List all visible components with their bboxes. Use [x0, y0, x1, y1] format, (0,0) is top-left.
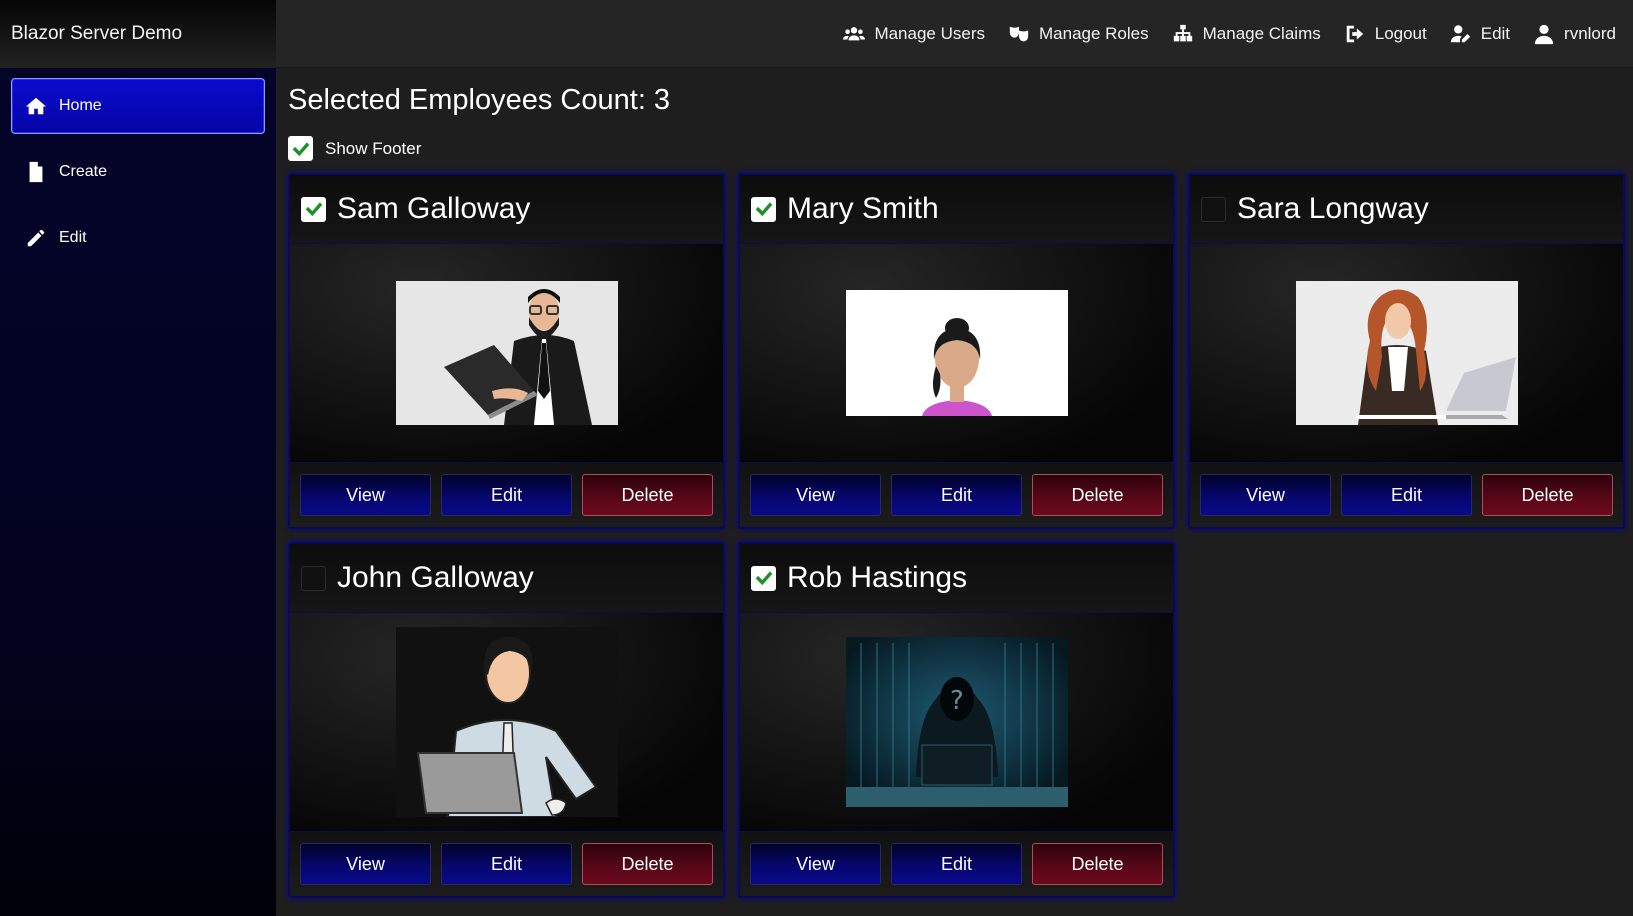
page-title: Selected Employees Count: 3: [288, 84, 671, 116]
manage-users-link[interactable]: Manage Users: [843, 23, 985, 45]
card-body: [1190, 244, 1623, 462]
pencil-icon: [24, 226, 48, 250]
manage-users-label: Manage Users: [874, 23, 985, 43]
view-button[interactable]: View: [300, 474, 431, 516]
employee-select-checkbox[interactable]: [301, 565, 326, 591]
card-body: [290, 244, 723, 462]
edit-button[interactable]: Edit: [891, 474, 1022, 516]
employee-photo: [1295, 281, 1518, 425]
sitemap-icon: [1173, 24, 1192, 41]
employee-name: Sara Longway: [1237, 192, 1429, 225]
home-icon: [24, 94, 48, 118]
top-bar: Manage Users Manage Roles Manage Claims …: [276, 0, 1633, 68]
sidebar-item-create[interactable]: Create: [11, 144, 265, 200]
employee-card: Sara Longway View Edit Delete: [1188, 173, 1625, 529]
masks-icon: [1009, 26, 1029, 41]
employee-select-checkbox[interactable]: [751, 196, 776, 222]
employee-card: John Galloway View Edit Delete: [288, 542, 725, 898]
employee-card: Sam Galloway View Edit Delete: [288, 173, 725, 529]
user-icon: [1534, 24, 1554, 44]
card-footer: View Edit Delete: [740, 831, 1173, 896]
manage-roles-link[interactable]: Manage Roles: [1008, 23, 1149, 45]
logout-label: Logout: [1374, 23, 1427, 43]
delete-button[interactable]: Delete: [582, 843, 713, 885]
view-button[interactable]: View: [1200, 474, 1331, 516]
card-footer: View Edit Delete: [290, 831, 723, 896]
hooded-hacker-image: ?: [845, 637, 1068, 807]
employee-name: John Galloway: [337, 561, 534, 594]
employee-photo: [845, 290, 1068, 416]
employee-name: Sam Galloway: [337, 192, 531, 225]
view-button[interactable]: View: [750, 843, 881, 885]
user-account-link[interactable]: rvnlord: [1533, 23, 1616, 45]
users-icon: [843, 26, 866, 40]
checkmark-icon: [292, 141, 309, 156]
sidebar-item-label: Create: [59, 163, 108, 180]
show-footer-label: Show Footer: [325, 138, 422, 158]
sidebar: Blazor Server Demo Home Create Edit: [0, 0, 276, 916]
woman-avatar-image: [845, 290, 1068, 416]
sign-out-icon: [1346, 25, 1363, 42]
employee-select-checkbox[interactable]: [301, 196, 326, 222]
employee-select-checkbox[interactable]: [1201, 196, 1226, 222]
card-footer: View Edit Delete: [1190, 462, 1623, 527]
card-body: [740, 244, 1173, 462]
edit-button[interactable]: Edit: [441, 843, 572, 885]
card-header: John Galloway: [290, 544, 723, 613]
svg-text:?: ?: [950, 686, 964, 716]
user-edit-icon: [1450, 24, 1470, 42]
red-haired-woman-with-laptop-image: [1295, 281, 1518, 425]
logout-link[interactable]: Logout: [1344, 23, 1427, 45]
delete-button[interactable]: Delete: [1482, 474, 1613, 516]
card-body: ?: [740, 613, 1173, 831]
delete-button[interactable]: Delete: [1032, 843, 1163, 885]
username-label: rvnlord: [1564, 23, 1616, 43]
sidebar-item-edit[interactable]: Edit: [11, 210, 265, 266]
delete-button[interactable]: Delete: [1032, 474, 1163, 516]
employee-name: Mary Smith: [787, 192, 939, 225]
employee-name: Rob Hastings: [787, 561, 968, 594]
manage-roles-label: Manage Roles: [1039, 23, 1149, 43]
employee-select-checkbox[interactable]: [751, 565, 776, 591]
delete-button[interactable]: Delete: [582, 474, 713, 516]
man-at-laptop-image: [395, 627, 618, 817]
bearded-man-with-laptop-image: [395, 281, 618, 425]
sidebar-item-label: Home: [59, 97, 102, 114]
employee-card: Mary Smith View Edit Delete: [738, 173, 1175, 529]
main-content: Selected Employees Count: 3 Show Footer …: [276, 68, 1633, 916]
sidebar-item-home[interactable]: Home: [11, 78, 265, 134]
edit-button[interactable]: Edit: [441, 474, 572, 516]
brand-title[interactable]: Blazor Server Demo: [0, 0, 276, 68]
edit-profile-link[interactable]: Edit: [1450, 23, 1510, 45]
checkmark-icon: [305, 202, 322, 217]
sidebar-nav: Home Create Edit: [0, 68, 276, 266]
edit-button[interactable]: Edit: [1341, 474, 1472, 516]
employee-photo: [395, 281, 618, 425]
file-icon: [24, 160, 48, 184]
view-button[interactable]: View: [750, 474, 881, 516]
view-button[interactable]: View: [300, 843, 431, 885]
employee-grid: Sam Galloway View Edit Delete Mary Smith…: [288, 173, 1625, 898]
card-footer: View Edit Delete: [290, 462, 723, 527]
edit-profile-label: Edit: [1480, 23, 1511, 43]
card-header: Rob Hastings: [740, 544, 1173, 613]
card-header: Sam Galloway: [290, 175, 723, 244]
checkmark-icon: [755, 571, 772, 586]
card-header: Sara Longway: [1190, 175, 1623, 244]
employee-photo: ?: [845, 637, 1068, 807]
show-footer-toggle[interactable]: Show Footer: [288, 136, 421, 161]
card-footer: View Edit Delete: [740, 462, 1173, 527]
checkmark-icon: [755, 202, 772, 217]
show-footer-checkbox[interactable]: [288, 136, 313, 161]
manage-claims-label: Manage Claims: [1202, 23, 1321, 43]
edit-button[interactable]: Edit: [891, 843, 1022, 885]
card-header: Mary Smith: [740, 175, 1173, 244]
employee-photo: [395, 627, 618, 817]
card-body: [290, 613, 723, 831]
manage-claims-link[interactable]: Manage Claims: [1172, 23, 1321, 45]
sidebar-item-label: Edit: [59, 229, 87, 246]
employee-card: Rob Hastings ? View Edit Delete: [738, 542, 1175, 898]
